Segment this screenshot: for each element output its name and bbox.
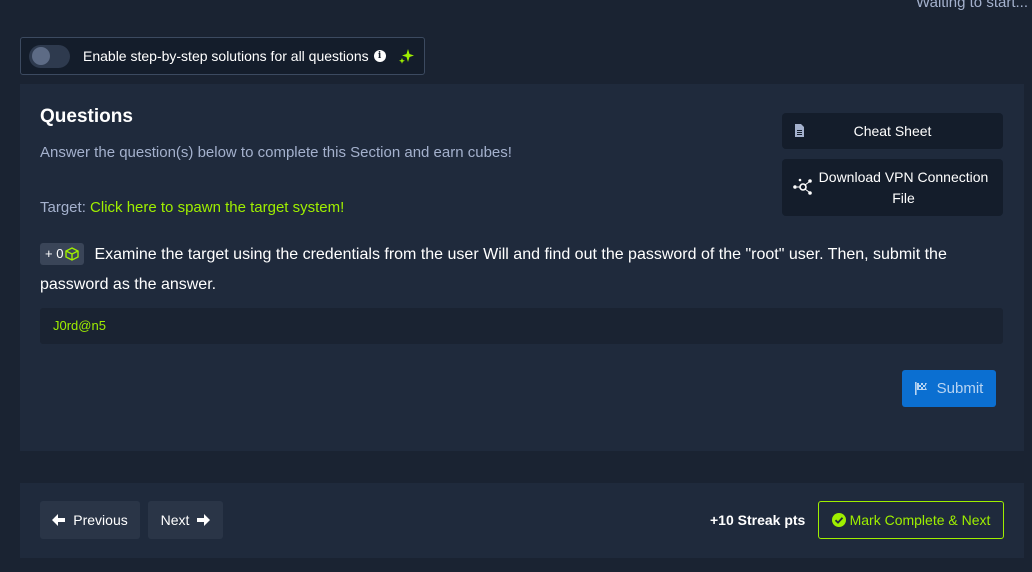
answer-field[interactable]: J0rd@n5 [40,308,1003,344]
arrow-right-icon [197,514,211,526]
vpn-label: Download VPN Connection File [818,169,989,206]
toggle-label: Enable step-by-step solutions for all qu… [83,48,369,64]
download-vpn-button[interactable]: Download VPN Connection File [782,159,1003,216]
cheat-sheet-label: Cheat Sheet [853,123,932,139]
switch-knob [32,47,50,65]
questions-subtitle: Answer the question(s) below to complete… [40,144,512,161]
cheat-sheet-button[interactable]: Cheat Sheet [782,113,1003,149]
step-by-step-switch[interactable] [29,44,70,68]
cube-icon [65,247,80,261]
network-icon [793,178,812,195]
submit-label: Submit [936,380,984,397]
check-circle-icon [831,513,846,527]
target-prefix: Target: [40,199,91,216]
target-line: Target: Click here to spawn the target s… [40,199,344,216]
questions-title: Questions [40,106,133,127]
document-icon [795,124,804,137]
cube-reward-count: + 0 [45,246,64,261]
navigation-footer: Previous Next +10 Streak pts Mark Comple… [20,483,1024,558]
streak-points: +10 Streak pts [710,512,806,528]
mark-complete-label: Mark Complete & Next [849,512,991,528]
arrow-left-icon [52,514,66,526]
spawn-target-link[interactable]: Click here to spawn the target system! [90,199,344,216]
sparkle-icon [398,49,414,64]
previous-button[interactable]: Previous [40,501,140,539]
status-text: Waiting to start... [916,0,1028,11]
submit-button[interactable]: Submit [902,370,996,407]
question-text: Examine the target using the credentials… [40,246,947,293]
mark-complete-button[interactable]: Mark Complete & Next [818,501,1004,539]
question-item: + 0 Examine the target using the credent… [40,240,990,300]
next-button[interactable]: Next [148,501,223,539]
questions-card: Questions Answer the question(s) below t… [20,84,1024,451]
info-icon[interactable]: i [373,50,386,62]
step-by-step-toggle-bar: Enable step-by-step solutions for all qu… [20,37,425,75]
flag-icon [914,382,927,395]
next-label: Next [160,512,190,528]
previous-label: Previous [73,512,128,528]
cube-reward-badge: + 0 [40,243,85,265]
